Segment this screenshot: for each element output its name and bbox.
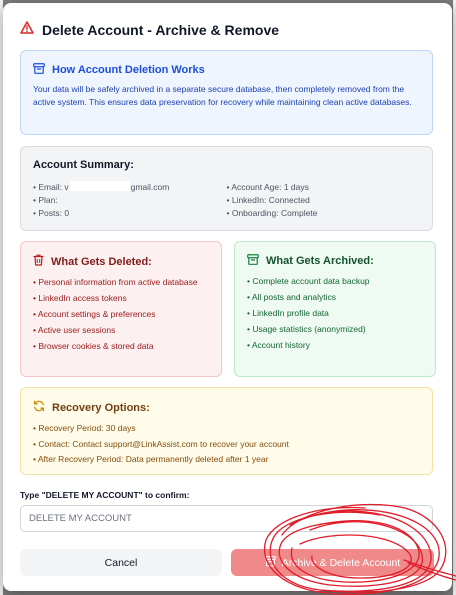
what-gets-archived-heading: What Gets Archived: (266, 255, 374, 267)
archive-delete-button[interactable]: Archive & Delete Account (231, 549, 434, 576)
archive-box-icon (33, 63, 45, 77)
trash-icon (33, 254, 44, 269)
list-item: • Account history (247, 340, 310, 350)
delete-account-modal: Delete Account - Archive & Remove How Ac… (3, 3, 452, 591)
archived-items-list: • Complete account data backup • All pos… (247, 275, 423, 352)
deletion-info-text: Your data will be safely archived in a s… (33, 84, 412, 107)
account-summary-heading: Account Summary: (33, 159, 134, 171)
redacted-email (69, 181, 130, 191)
summary-left-column: • Email: v gmail.com • Plan: • Posts: 0 (33, 181, 227, 220)
what-gets-deleted-heading: What Gets Deleted: (51, 255, 152, 268)
summary-linkedin: • LinkedIn: Connected (226, 195, 310, 205)
confirm-label: Type "DELETE MY ACCOUNT" to confirm: (20, 490, 190, 500)
modal-title: Delete Account - Archive & Remove (42, 22, 280, 38)
archive-delete-button-label: Archive & Delete Account (281, 556, 401, 569)
modal-header: Delete Account - Archive & Remove (20, 20, 279, 40)
list-item: • Complete account data backup (247, 276, 370, 286)
list-item: • Contact: Contact support@LinkAssist.co… (33, 438, 289, 449)
confirm-input[interactable] (20, 505, 433, 532)
recovery-options-header: Recovery Options: (33, 400, 420, 415)
archive-box-icon (247, 254, 259, 268)
what-gets-deleted-card: What Gets Deleted: • Personal informatio… (20, 241, 222, 377)
list-item: • LinkedIn profile data (247, 308, 329, 318)
recovery-options-heading: Recovery Options: (52, 401, 150, 414)
list-item: • All posts and analytics (247, 292, 336, 302)
summary-onboarding: • Onboarding: Complete (226, 208, 318, 218)
warning-triangle-icon (20, 21, 34, 39)
cancel-button[interactable]: Cancel (20, 549, 222, 576)
summary-email: • Email: v gmail.com (33, 181, 170, 192)
list-item: • Account settings & preferences (33, 309, 156, 319)
summary-right-column: • Account Age: 1 days • LinkedIn: Connec… (227, 181, 421, 220)
list-item: • After Recovery Period: Data permanentl… (33, 454, 269, 464)
deletion-info-card: How Account Deletion Works Your data wil… (20, 50, 433, 135)
list-item: • LinkedIn access tokens (33, 293, 127, 303)
refresh-icon (33, 400, 45, 415)
summary-plan: • Plan: (33, 195, 58, 205)
recovery-options-card: Recovery Options: • Recovery Period: 30 … (20, 387, 433, 475)
account-summary-card: Account Summary: • Email: v gmail.com • P… (20, 146, 433, 231)
deleted-items-list: • Personal information from active datab… (33, 276, 209, 353)
summary-posts: • Posts: 0 (33, 208, 70, 218)
list-item: • Browser cookies & stored data (33, 341, 154, 351)
archive-icon (264, 555, 276, 570)
list-item: • Usage statistics (anonymized) (247, 324, 366, 334)
list-item: • Active user sessions (33, 325, 116, 335)
summary-account-age: • Account Age: 1 days (226, 182, 309, 192)
deletion-info-header: How Account Deletion Works (33, 63, 420, 77)
recovery-items-list: • Recovery Period: 30 days • Contact: Co… (33, 422, 420, 466)
deletion-info-heading: How Account Deletion Works (52, 64, 205, 76)
what-gets-archived-card: What Gets Archived: • Complete account d… (234, 241, 436, 377)
cancel-button-label: Cancel (104, 556, 138, 569)
list-item: • Personal information from active datab… (33, 277, 198, 287)
what-gets-archived-header: What Gets Archived: (247, 254, 423, 268)
what-gets-deleted-header: What Gets Deleted: (33, 254, 209, 269)
list-item: • Recovery Period: 30 days (33, 423, 136, 433)
